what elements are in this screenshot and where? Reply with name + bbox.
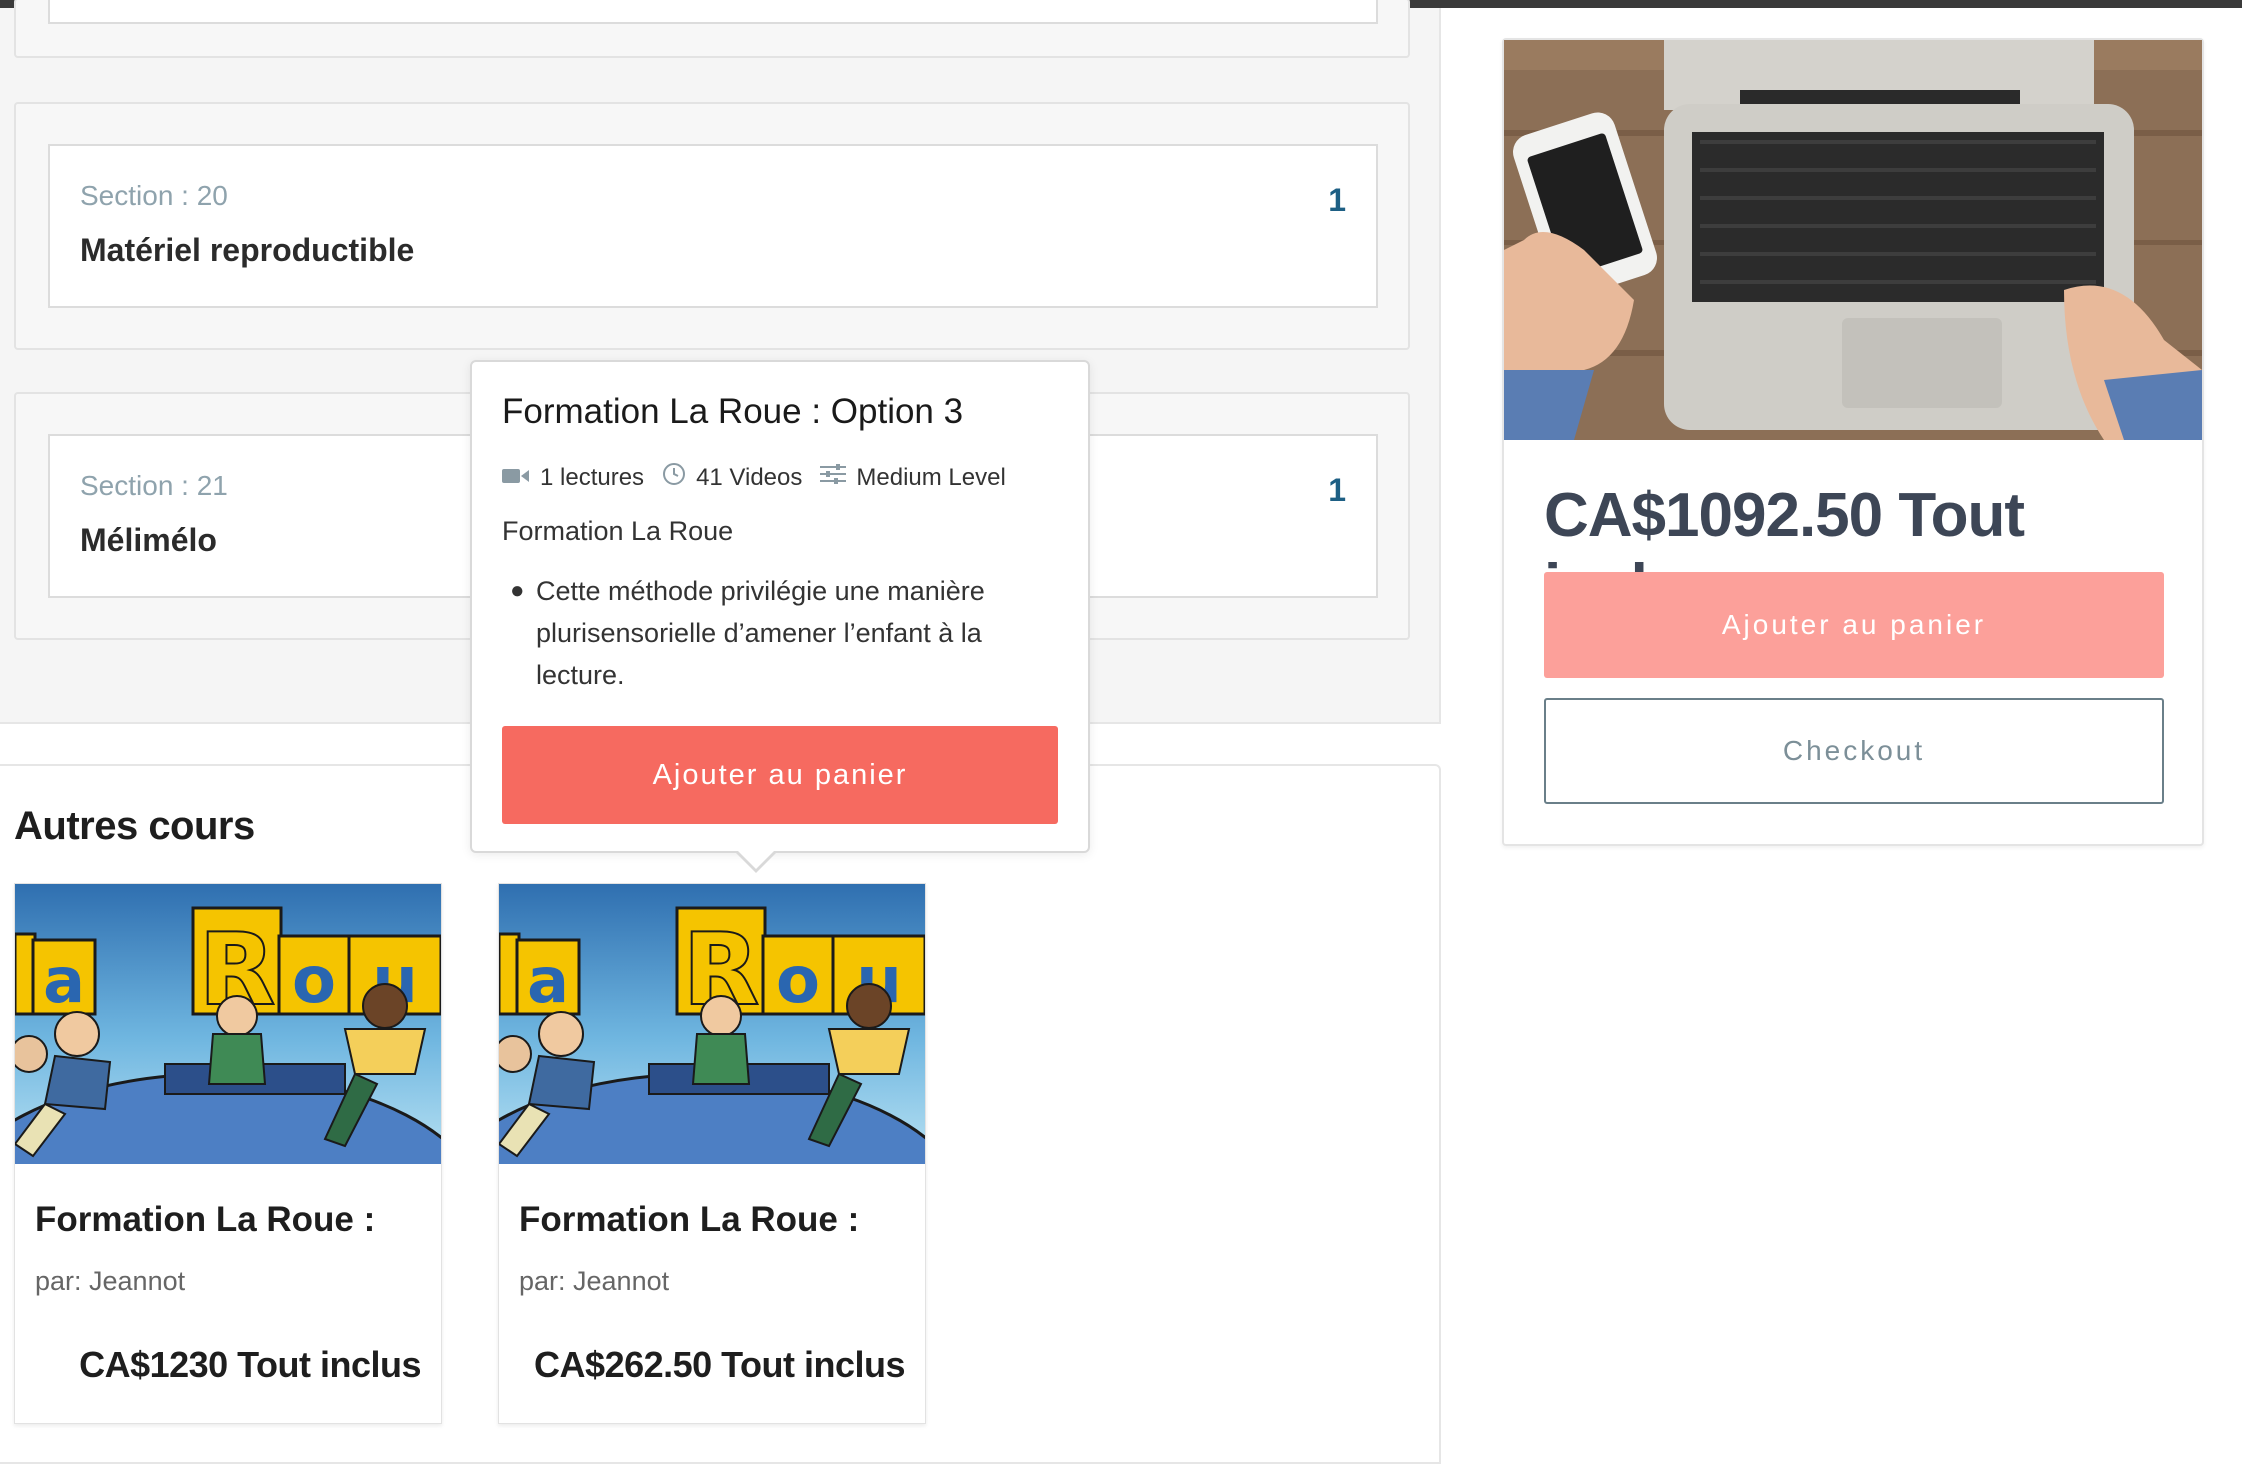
popover-bullet-text: Cette méthode privilégie une manière plu… bbox=[536, 576, 985, 690]
course-title[interactable]: Formation La Roue : bbox=[35, 1200, 375, 1240]
section-lecture-count: 1 bbox=[1328, 182, 1346, 218]
checkout-button[interactable]: Checkout bbox=[1544, 698, 2164, 804]
lectures-count: 1 lectures bbox=[540, 463, 645, 491]
popover-title: Formation La Roue : Option 3 bbox=[502, 392, 964, 431]
section-card[interactable]: Section : 20 Matériel reproductible 1 bbox=[48, 144, 1378, 308]
section-title: Matériel reproductible bbox=[80, 232, 415, 268]
course-thumbnail[interactable]: a R o u bbox=[15, 884, 441, 1164]
section-number: Section : 21 bbox=[80, 470, 228, 501]
section-card-previous[interactable] bbox=[48, 0, 1378, 24]
sliders-icon bbox=[820, 463, 847, 492]
other-courses-heading: Autres cours bbox=[14, 804, 255, 848]
section-number: Section : 20 bbox=[80, 180, 228, 211]
course-price: CA$262.50 Tout inclus bbox=[534, 1344, 905, 1385]
la-roue-thumbnail-image: a R o u bbox=[499, 884, 925, 1164]
svg-text:a: a bbox=[43, 944, 85, 1017]
difficulty-level: Medium Level bbox=[856, 463, 1006, 491]
popover-meta: 1 lectures 41 Videos Medium Level bbox=[502, 462, 1024, 493]
popover-bullet-list: ● Cette méthode privilégie une manière p… bbox=[502, 570, 1062, 696]
bullet-icon: ● bbox=[510, 577, 525, 604]
popover-add-to-cart-button[interactable]: Ajouter au panier bbox=[502, 726, 1058, 824]
curriculum-section: Section : 20 Matériel reproductible 1 bbox=[14, 102, 1410, 350]
popover-subtitle: Formation La Roue bbox=[502, 516, 734, 546]
popover-arrow bbox=[734, 849, 778, 873]
laptop-desk-photo bbox=[1504, 40, 2202, 440]
course-author: par: Jeannot bbox=[519, 1266, 670, 1296]
svg-text:o: o bbox=[776, 944, 820, 1018]
section-title: Mélimélo bbox=[80, 522, 217, 558]
course-preview-popover: Formation La Roue : Option 3 1 lectures … bbox=[470, 360, 1090, 873]
purchase-sidebar: CA$1092.50 Tout inclus Ajouter au panier… bbox=[1502, 38, 2204, 846]
clock-icon bbox=[662, 462, 686, 493]
add-to-cart-button[interactable]: Ajouter au panier bbox=[1544, 572, 2164, 678]
course-cover-image bbox=[1504, 40, 2202, 440]
course-price: CA$1230 Tout inclus bbox=[79, 1344, 421, 1385]
course-title[interactable]: Formation La Roue : bbox=[519, 1200, 859, 1240]
svg-text:a: a bbox=[527, 944, 569, 1017]
la-roue-thumbnail-image: a R o u bbox=[15, 884, 441, 1164]
course-author: par: Jeannot bbox=[35, 1266, 186, 1296]
video-camera-icon bbox=[502, 464, 530, 492]
videos-count: 41 Videos bbox=[696, 463, 803, 491]
section-lecture-count: 1 bbox=[1328, 472, 1346, 508]
svg-text:o: o bbox=[292, 944, 336, 1018]
course-thumbnail[interactable]: a R o u bbox=[499, 884, 925, 1164]
course-card[interactable]: a R o u Formation La Roue : par: Jeannot… bbox=[14, 883, 442, 1424]
curriculum-section-previous bbox=[14, 0, 1410, 58]
course-card[interactable]: a R o u Formation La Roue : par: Jeannot… bbox=[498, 883, 926, 1424]
